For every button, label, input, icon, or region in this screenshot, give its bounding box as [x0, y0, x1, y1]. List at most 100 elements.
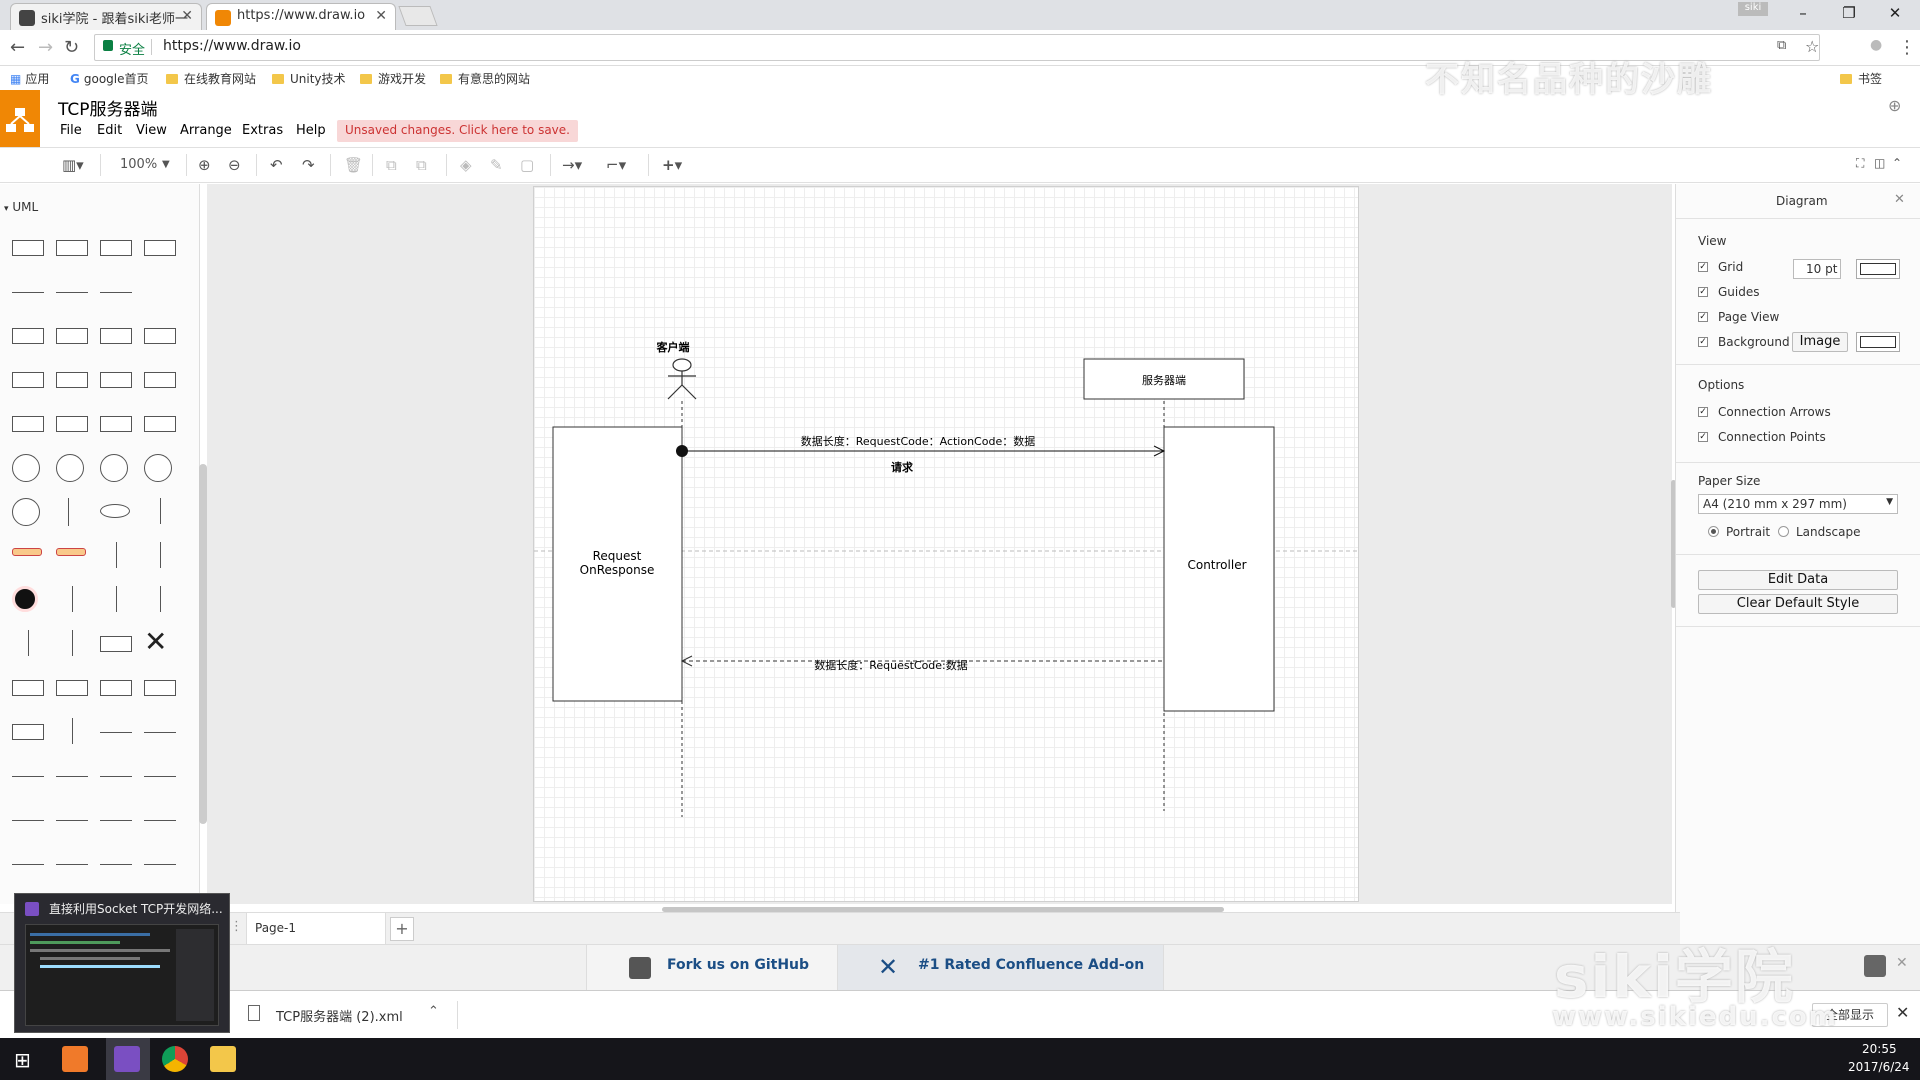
close-tab-icon[interactable]: ✕ — [181, 8, 193, 24]
background-color-swatch[interactable] — [1856, 332, 1900, 352]
delete-icon[interactable]: 🗑 — [344, 156, 363, 174]
line-color-icon[interactable]: ✎ — [490, 156, 503, 174]
bookmark-folder-education[interactable]: 在线教育网站 — [166, 70, 256, 87]
menu-file[interactable]: File — [60, 123, 82, 138]
uml-shape-thumbnail[interactable] — [100, 776, 132, 777]
uml-shape-thumbnail[interactable] — [100, 504, 130, 518]
connection-arrows-checkbox[interactable]: ✓ — [1698, 407, 1708, 417]
uml-shape-thumbnail[interactable] — [72, 586, 73, 612]
uml-shape-thumbnail[interactable] — [116, 542, 117, 568]
uml-shape-thumbnail[interactable] — [56, 328, 88, 344]
grid-size-input[interactable]: 10 pt — [1793, 259, 1841, 279]
pages-menu-icon[interactable]: ⋮ — [230, 919, 243, 934]
menu-edit[interactable]: Edit — [97, 123, 122, 138]
menu-view[interactable]: View — [136, 123, 167, 138]
uml-shape-thumbnail[interactable] — [100, 680, 132, 696]
canvas-area[interactable]: 客户端 服务器端 Request OnResponse Controller 数… — [207, 184, 1672, 904]
shadow-icon[interactable]: ▢ — [520, 156, 534, 174]
minimize-icon[interactable]: – — [1780, 0, 1826, 28]
profile-badge[interactable]: siki — [1738, 2, 1768, 16]
edit-data-button[interactable]: Edit Data — [1698, 570, 1898, 590]
footer-github-icon[interactable] — [1864, 955, 1886, 977]
uml-shape-thumbnail[interactable] — [12, 240, 44, 256]
uml-shape-thumbnail[interactable] — [12, 416, 44, 432]
connection-points-checkbox[interactable]: ✓ — [1698, 432, 1708, 442]
clock-time[interactable]: 20:55 — [1862, 1042, 1897, 1056]
google-bookmark[interactable]: Ggoogle首页 — [70, 70, 149, 87]
to-back-icon[interactable]: ⧉ — [416, 156, 427, 174]
uml-shape-thumbnail[interactable] — [56, 776, 88, 777]
uml-shape-thumbnail[interactable] — [144, 820, 176, 821]
uml-shape-thumbnail[interactable] — [144, 454, 172, 482]
apps-bookmark[interactable]: ▦ 应用 — [10, 70, 49, 87]
uml-shape-thumbnail[interactable] — [100, 372, 132, 388]
sidebar-scrollbar[interactable] — [199, 464, 207, 824]
taskbar-thumbnail-preview[interactable]: 直接利用Socket TCP开发网络... — [14, 893, 230, 1033]
uml-shape-thumbnail[interactable] — [12, 864, 44, 865]
browser-tab-siki[interactable]: siki学院 - 跟着siki老师一 ✕ — [10, 3, 202, 30]
close-panel-icon[interactable]: ✕ — [1894, 192, 1905, 207]
uml-shape-thumbnail[interactable] — [100, 328, 132, 344]
new-tab-button[interactable] — [398, 6, 438, 26]
zoom-dropdown-icon[interactable]: ▼ — [162, 159, 170, 170]
drawio-logo-icon[interactable] — [0, 90, 40, 147]
uml-shape-thumbnail[interactable] — [100, 454, 128, 482]
zoom-level[interactable]: 100% — [120, 157, 157, 172]
landscape-radio[interactable] — [1778, 526, 1789, 537]
uml-shape-thumbnail[interactable] — [144, 416, 176, 432]
menu-help[interactable]: Help — [296, 123, 326, 138]
uml-section-header[interactable]: ▾ UML — [4, 200, 38, 214]
visual-studio-taskbar-icon[interactable] — [114, 1046, 140, 1072]
uml-shape-thumbnail[interactable] — [72, 718, 73, 744]
collapse-icon[interactable]: ⌃ — [1892, 156, 1902, 170]
clear-default-style-button[interactable]: Clear Default Style — [1698, 594, 1898, 614]
menu-extras[interactable]: Extras — [242, 123, 283, 138]
uml-shape-thumbnail[interactable] — [56, 680, 88, 696]
to-front-icon[interactable]: ⧉ — [386, 156, 397, 174]
background-image-button[interactable]: Image — [1792, 332, 1848, 352]
reload-icon[interactable]: ↻ — [64, 37, 79, 58]
uml-shape-thumbnail[interactable] — [12, 680, 44, 696]
uml-shape-thumbnail[interactable] — [12, 372, 44, 388]
uml-shape-thumbnail[interactable] — [144, 680, 176, 696]
uml-shape-thumbnail[interactable] — [144, 864, 176, 865]
uml-shape-thumbnail[interactable] — [144, 372, 176, 388]
uml-shape-thumbnail[interactable] — [56, 292, 88, 293]
zoom-in-icon[interactable]: ⊕ — [198, 156, 211, 174]
fullscreen-icon[interactable]: ⛶ — [1856, 156, 1864, 171]
uml-shape-thumbnail[interactable] — [12, 724, 44, 740]
uml-shape-thumbnail[interactable] — [72, 630, 73, 656]
fill-color-icon[interactable]: ◈ — [460, 156, 472, 174]
uml-shape-thumbnail[interactable] — [100, 820, 132, 821]
uml-shape-thumbnail[interactable] — [160, 542, 161, 568]
background-checkbox[interactable]: ✓ — [1698, 337, 1708, 347]
unsaved-changes-notice[interactable]: Unsaved changes. Click here to save. — [337, 120, 578, 142]
close-footer-icon[interactable]: ✕ — [1896, 955, 1908, 971]
uml-shape-thumbnail[interactable] — [160, 586, 161, 612]
uml-shape-thumbnail[interactable] — [56, 240, 88, 256]
sublime-app-icon[interactable] — [62, 1046, 88, 1072]
uml-shape-thumbnail[interactable] — [12, 328, 44, 344]
page-tab-page-1[interactable]: Page-1 — [246, 913, 386, 945]
waypoints-icon[interactable]: ⌐▾ — [606, 156, 626, 174]
grid-checkbox[interactable]: ✓ — [1698, 262, 1708, 272]
uml-shape-thumbnail[interactable] — [12, 498, 40, 526]
uml-shape-thumbnail[interactable] — [100, 636, 132, 652]
uml-shape-thumbnail[interactable] — [100, 240, 132, 256]
uml-shape-thumbnail[interactable] — [144, 732, 176, 733]
zoom-out-icon[interactable]: ⊖ — [228, 156, 241, 174]
chrome-menu-icon[interactable]: ⋮ — [1898, 37, 1916, 58]
clock-date[interactable]: 2017/6/24 — [1848, 1060, 1910, 1074]
connection-style-icon[interactable]: →▾ — [562, 156, 582, 174]
translate-icon[interactable]: ⧉ — [1777, 38, 1786, 53]
bookmark-folder-fun[interactable]: 有意思的网站 — [440, 70, 530, 87]
file-explorer-icon[interactable] — [210, 1046, 236, 1072]
diagram-page[interactable]: 客户端 服务器端 Request OnResponse Controller 数… — [533, 186, 1360, 902]
uml-shape-thumbnail[interactable] — [56, 820, 88, 821]
language-globe-icon[interactable]: ⊕ — [1888, 96, 1901, 115]
uml-shape-thumbnail[interactable] — [12, 586, 38, 612]
uml-shape-thumbnail[interactable] — [100, 416, 132, 432]
windows-start-icon[interactable]: ⊞ — [14, 1048, 31, 1072]
guides-checkbox[interactable]: ✓ — [1698, 287, 1708, 297]
document-title[interactable]: TCP服务器端 — [58, 95, 158, 120]
